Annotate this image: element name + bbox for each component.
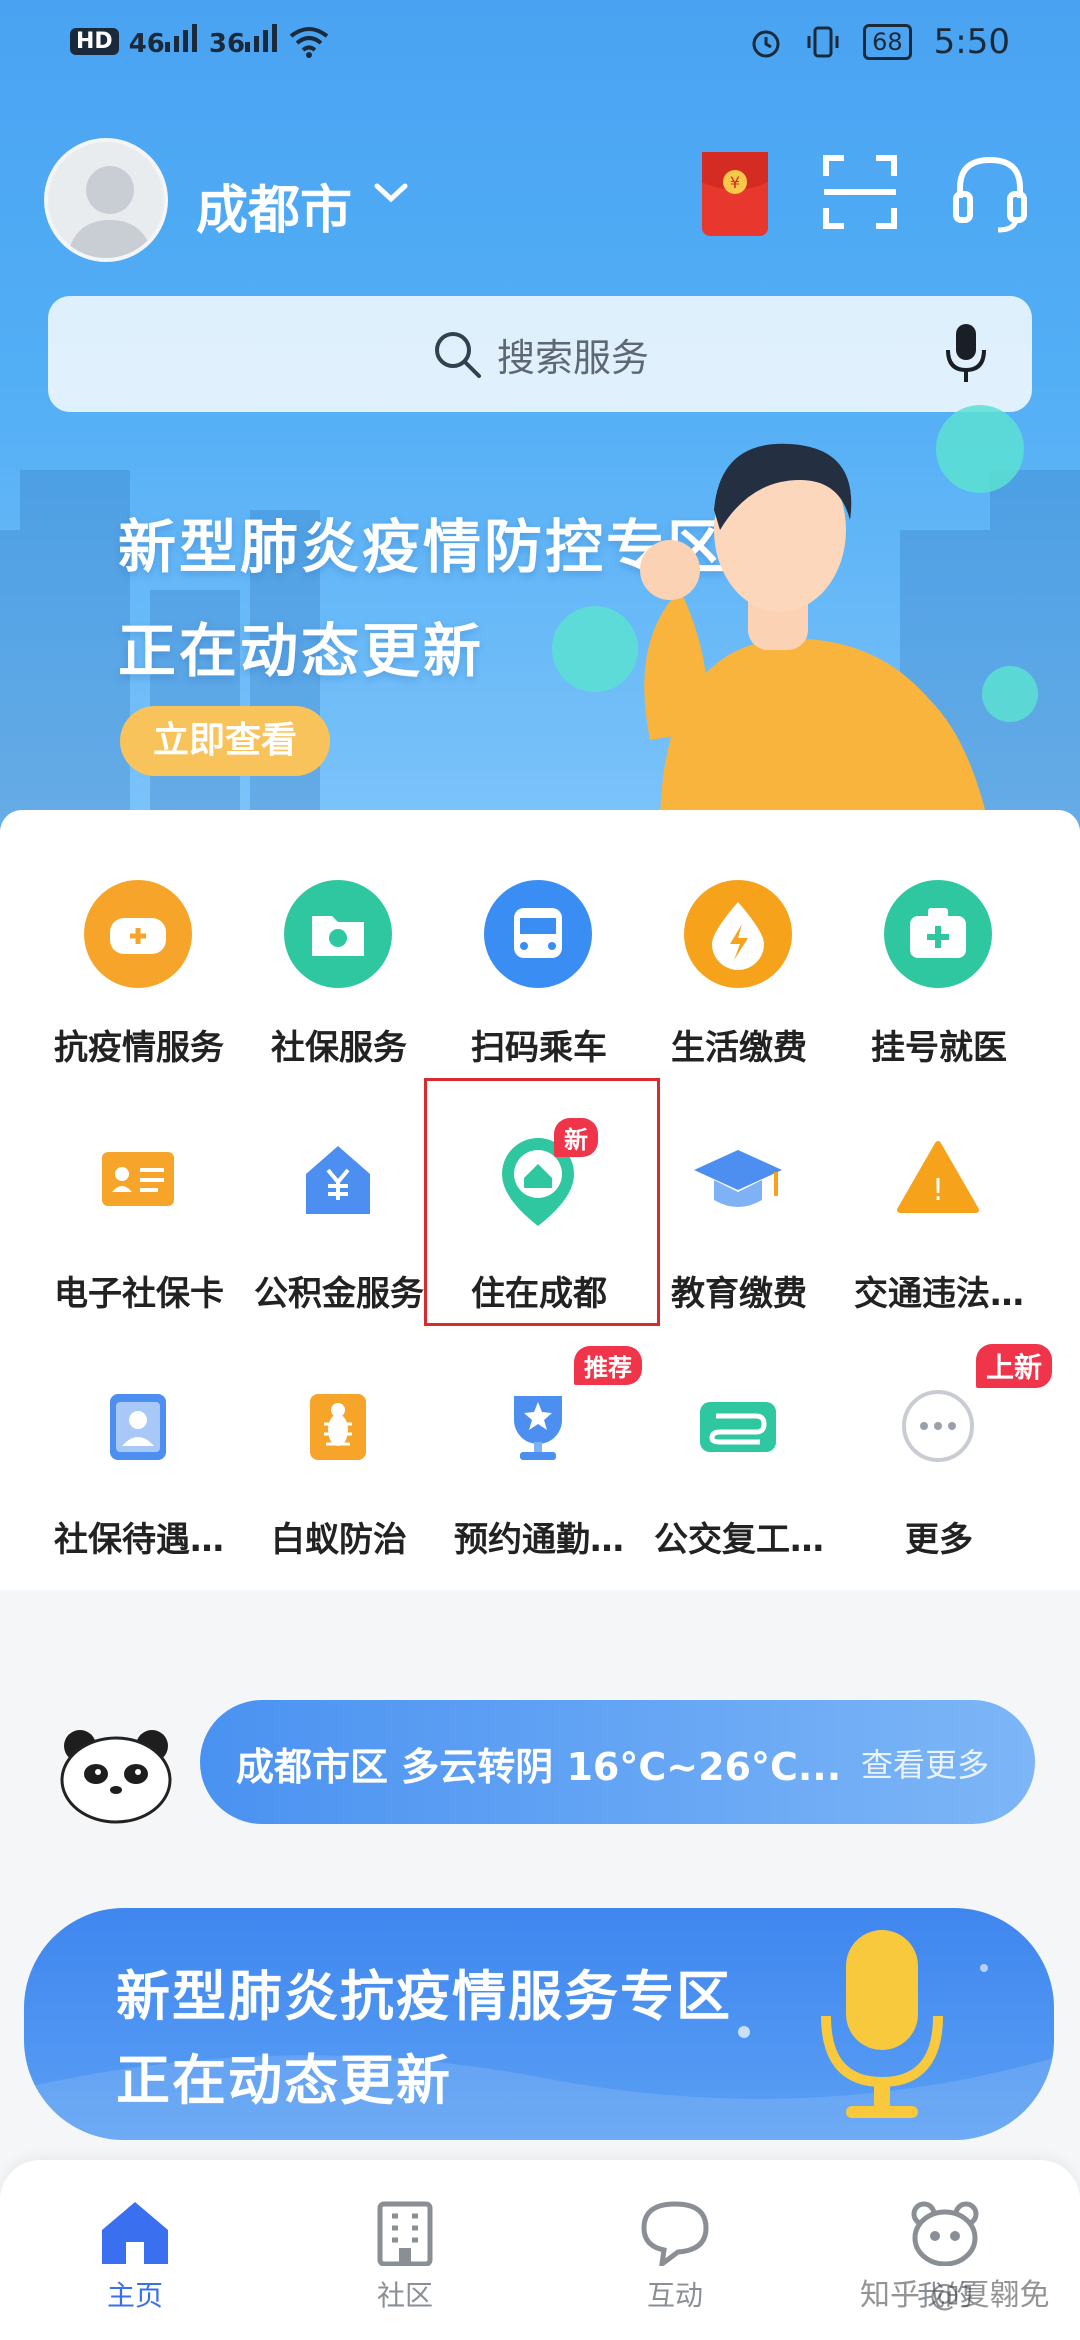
lightning-drop-icon — [684, 880, 792, 988]
termite-icon — [310, 1394, 366, 1460]
service-utility-payment[interactable]: 生活缴费 — [634, 880, 834, 1080]
svg-text:!: ! — [932, 1173, 944, 1208]
promo-title: 新型肺炎抗疫情服务专区 — [116, 1965, 732, 2028]
service-traffic-violation[interactable]: ! 交通违法… — [834, 1126, 1034, 1326]
nav-home[interactable]: 主页 — [55, 2200, 215, 2314]
recommend-tag: 推荐 — [574, 1346, 642, 1385]
clock: 5:50 — [933, 22, 1010, 62]
more-dots-icon — [902, 1390, 974, 1462]
service-label: 教育缴费 — [671, 1274, 807, 1314]
nav-community[interactable]: 社区 — [325, 2200, 485, 2314]
new-arrival-tag: 上新 — [976, 1344, 1053, 1388]
search-bar[interactable]: 搜索服务 — [48, 296, 1032, 412]
weather-banner[interactable]: 成都市区 多云转阴 16°C~26°C... 查看更多 — [200, 1700, 1035, 1824]
watermark: 知乎 @夏翱免 — [860, 2278, 1050, 2313]
wifi-icon — [289, 26, 329, 58]
network-3g: 36 — [209, 24, 279, 59]
nav-home-label: 主页 — [106, 2279, 163, 2312]
hero-person-illustration — [640, 443, 990, 830]
service-termite-control[interactable]: 白蚁防治 — [234, 1372, 434, 1572]
service-label: 生活缴费 — [671, 1028, 807, 1068]
red-packet-button[interactable]: ¥ — [702, 152, 768, 236]
building-icon — [377, 2201, 433, 2266]
promo-subtitle: 正在动态更新 — [116, 2049, 452, 2112]
medical-kit-icon — [884, 880, 992, 988]
vibrate-icon — [807, 26, 839, 58]
signal-icon — [164, 24, 197, 52]
home-icon — [102, 2202, 168, 2264]
avatar-silhouette-icon — [67, 166, 153, 258]
battery-indicator: 68 — [863, 24, 912, 60]
weather-summary: 成都市区 多云转阴 16°C~26°C... — [236, 1745, 842, 1789]
hero-header: HD 46 36 68 5:50 成都市 ¥ 搜索服务 新型肺炎疫情防控专区 正… — [0, 0, 1080, 830]
alarm-icon — [752, 30, 780, 58]
network-3g-label: 36 — [208, 29, 246, 59]
service-label: 抗疫情服务 — [54, 1028, 224, 1068]
id-card-icon — [102, 1152, 174, 1206]
service-label: 社保服务 — [271, 1028, 407, 1068]
hd-badge: HD — [70, 28, 119, 55]
search-content: 搜索服务 — [48, 296, 1032, 412]
mask-icon — [84, 880, 192, 988]
service-anti-epidemic[interactable]: 抗疫情服务 — [34, 880, 234, 1080]
service-social-benefits[interactable]: 社保待遇… — [34, 1372, 234, 1572]
graduation-cap-icon — [694, 1150, 782, 1207]
service-more[interactable]: 更多 上新 — [834, 1344, 1053, 1572]
avatar[interactable] — [44, 138, 168, 262]
city-selector-label[interactable]: 成都市 — [196, 168, 352, 243]
nav-interaction[interactable]: 互动 — [595, 2200, 755, 2314]
service-label: 公积金服务 — [254, 1274, 424, 1314]
red-packet-icon: ¥ — [702, 152, 768, 194]
epidemic-service-promo-banner[interactable]: 新型肺炎抗疫情服务专区 正在动态更新 — [24, 1908, 1054, 2140]
service-label: 公交复工… — [654, 1520, 824, 1560]
weather-more-link[interactable]: 查看更多 — [861, 1740, 989, 1786]
highlight-selection-box — [424, 1078, 660, 1326]
service-education-fee[interactable]: 教育缴费 — [634, 1126, 834, 1326]
search-icon — [434, 332, 481, 378]
service-commute-booking[interactable]: 预约通勤… 推荐 — [434, 1346, 642, 1572]
service-label: 白蚁防治 — [271, 1520, 407, 1560]
microphone-icon — [821, 1930, 943, 2118]
service-label: 电子社保卡 — [54, 1274, 224, 1314]
panda-mascot-icon — [60, 1730, 172, 1824]
top-bar: 成都市 ¥ — [0, 130, 1080, 270]
banner-view-now-button[interactable]: 立即查看 — [120, 706, 330, 776]
network-4g: 46 — [129, 24, 199, 59]
social-security-folder-icon — [284, 880, 392, 988]
service-label: 社保待遇… — [54, 1520, 224, 1560]
service-social-security[interactable]: 社保服务 — [234, 880, 434, 1080]
status-left: HD 46 36 — [70, 24, 329, 59]
svg-text:¥: ¥ — [730, 173, 740, 192]
service-hospital-booking[interactable]: 挂号就医 — [834, 880, 1034, 1080]
chevron-down-icon[interactable] — [374, 182, 408, 204]
service-housing-fund[interactable]: 公积金服务 — [234, 1126, 434, 1326]
service-bus-resume[interactable]: 公交复工… — [634, 1372, 834, 1572]
warning-triangle-icon: ! — [897, 1141, 979, 1213]
service-label: 更多 — [905, 1520, 973, 1560]
customer-service-icon[interactable] — [952, 154, 1028, 234]
status-bar: HD 46 36 68 5:50 — [0, 0, 1080, 90]
scan-icon[interactable] — [822, 154, 898, 230]
search-placeholder: 搜索服务 — [496, 335, 649, 380]
chat-bubble-icon — [641, 2201, 709, 2266]
person-badge-icon — [110, 1394, 166, 1460]
network-4g-label: 46 — [128, 29, 165, 59]
nav-interaction-label: 互动 — [646, 2279, 703, 2312]
status-right: 68 5:50 — [749, 22, 1010, 62]
service-label: 交通违法… — [854, 1274, 1024, 1314]
bus-icon — [484, 880, 592, 988]
voice-search-icon[interactable] — [944, 322, 988, 386]
service-e-social-card[interactable]: 电子社保卡 — [34, 1126, 234, 1326]
service-label: 预约通勤… — [454, 1520, 624, 1560]
panda-profile-icon — [911, 2201, 979, 2266]
service-label: 挂号就医 — [871, 1028, 1007, 1068]
trophy-star-icon — [514, 1396, 562, 1460]
service-scan-bus[interactable]: 扫码乘车 — [434, 880, 634, 1080]
nav-community-label: 社区 — [376, 2279, 433, 2312]
signal-icon-2 — [245, 24, 278, 52]
yuan-house-icon — [306, 1146, 370, 1214]
route-icon — [700, 1402, 776, 1452]
service-label: 扫码乘车 — [471, 1028, 607, 1068]
